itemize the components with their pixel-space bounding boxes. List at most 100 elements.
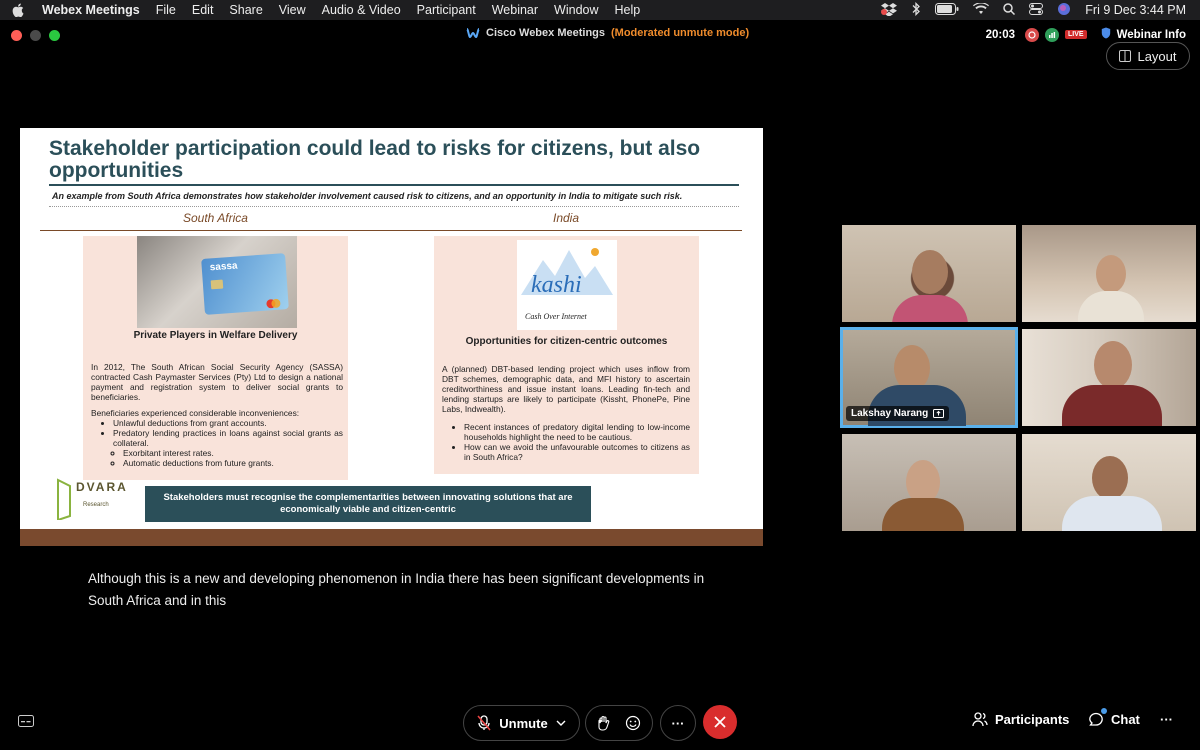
card-chip — [210, 279, 224, 290]
unmute-button[interactable]: Unmute — [463, 705, 580, 741]
slide-footer-bar — [20, 529, 763, 546]
participant-tile-1[interactable] — [842, 225, 1016, 322]
search-icon[interactable] — [1003, 2, 1016, 18]
heading-rule — [40, 230, 742, 231]
siri-icon[interactable] — [1057, 2, 1071, 19]
bluetooth-icon[interactable] — [911, 1, 921, 19]
dropbox-icon[interactable] — [881, 2, 898, 19]
chat-icon-wrap — [1088, 708, 1107, 727]
chat-bubble-icon — [1089, 712, 1103, 726]
zoom-window-button[interactable] — [49, 30, 60, 41]
kashi-logo: kashi Cash Over Internet — [517, 240, 617, 330]
india-panel-body: A (planned) DBT-based lending project wh… — [442, 364, 690, 462]
menubar-clock[interactable]: Fri 9 Dec 3:44 PM — [1085, 3, 1186, 17]
participant-face — [912, 250, 948, 294]
menu-app-name[interactable]: Webex Meetings — [42, 3, 140, 17]
leave-meeting-button[interactable] — [703, 705, 737, 739]
participant-body — [1078, 291, 1144, 322]
participants-icon — [972, 712, 988, 727]
participant-face — [1094, 341, 1132, 389]
screen-share-icon — [933, 409, 945, 418]
battery-icon[interactable] — [935, 2, 959, 18]
menu-file[interactable]: File — [156, 3, 176, 17]
webinar-info-button[interactable]: Webinar Info — [1117, 29, 1186, 41]
chat-button[interactable]: Chat — [1088, 708, 1140, 727]
window-controls — [11, 30, 60, 41]
sa-paragraph: In 2012, The South African Social Securi… — [91, 362, 343, 402]
minimize-window-button[interactable] — [30, 30, 41, 41]
participant-tile-2[interactable] — [1022, 225, 1196, 322]
emoji-reaction-icon[interactable] — [625, 715, 641, 731]
participant-tile-3-active-speaker[interactable]: Lakshay Narang — [840, 327, 1018, 428]
slide-subtitle: An example from South Africa demonstrate… — [52, 191, 683, 201]
sa-panel-title: Private Players in Welfare Delivery — [133, 330, 298, 341]
sa-panel-body: In 2012, The South African Social Securi… — [91, 362, 343, 468]
participant-tile-4[interactable] — [1022, 329, 1196, 426]
control-center-icon[interactable] — [1029, 2, 1044, 18]
layout-label: Layout — [1137, 48, 1177, 64]
india-bullet-list: Recent instances of predatory digital le… — [442, 422, 690, 462]
record-icon[interactable] — [1025, 27, 1039, 42]
stats-icon[interactable] — [1045, 27, 1059, 42]
list-item: Predatory lending practices in loans aga… — [113, 428, 343, 448]
chevron-down-icon[interactable] — [556, 720, 566, 726]
participant-face — [1096, 255, 1126, 293]
chat-label: Chat — [1111, 712, 1140, 727]
participant-tile-5[interactable] — [842, 434, 1016, 531]
list-item: Automatic deductions from future grants. — [123, 458, 343, 468]
list-item: Exorbitant interest rates. — [123, 448, 343, 458]
live-caption: Although this is a new and developing ph… — [88, 571, 705, 608]
india-panel: kashi Cash Over Internet Opportunities f… — [434, 236, 699, 474]
participant-body — [892, 295, 968, 322]
wifi-icon[interactable] — [973, 1, 990, 18]
list-item: Unlawful deductions from grant accounts. — [113, 418, 343, 428]
title-rule — [49, 184, 739, 186]
dvara-logo-text: DVARA — [76, 480, 128, 494]
menu-edit[interactable]: Edit — [192, 3, 214, 17]
menu-window[interactable]: Window — [554, 3, 598, 17]
dvara-logo-sub: Research — [83, 502, 109, 508]
participant-tile-6[interactable] — [1022, 434, 1196, 531]
more-options-button[interactable]: ··· — [660, 705, 696, 741]
slide-title: Stakeholder participation could lead to … — [49, 137, 701, 182]
list-item: Recent instances of predatory digital le… — [464, 422, 690, 442]
window-titlebar: Cisco Webex Meetings (Moderated unmute m… — [0, 20, 1200, 50]
south-africa-heading: South Africa — [183, 211, 248, 225]
participant-body — [882, 498, 964, 531]
kashi-logo-tagline: Cash Over Internet — [525, 312, 587, 321]
participants-button[interactable]: Participants — [972, 712, 1069, 727]
india-panel-title: Opportunities for citizen-centric outcom… — [465, 336, 668, 347]
sassa-card-brand: sassa — [209, 260, 238, 274]
menu-help[interactable]: Help — [615, 3, 641, 17]
close-window-button[interactable] — [11, 30, 22, 41]
closed-captions-icon[interactable] — [18, 715, 34, 727]
list-item: How can we avoid the unfavourable outcom… — [464, 442, 690, 462]
participant-name-tag: Lakshay Narang — [846, 406, 950, 421]
sa-sub-bullet-list: Exorbitant interest rates. Automatic ded… — [91, 448, 343, 468]
overflow-label: ··· — [1160, 712, 1173, 727]
overflow-menu-button[interactable]: ··· — [1160, 712, 1173, 727]
menu-bar: Webex Meetings File Edit Share View Audi… — [0, 0, 1200, 20]
sa-paragraph-2: Beneficiaries experienced considerable i… — [91, 408, 300, 418]
layout-button[interactable]: Layout — [1106, 42, 1190, 70]
menu-audio-video[interactable]: Audio & Video — [322, 3, 401, 17]
microphone-muted-icon — [477, 715, 491, 731]
live-badge: LIVE — [1065, 30, 1087, 39]
sassa-card-photo: sassa — [137, 236, 297, 328]
menu-view[interactable]: View — [279, 3, 306, 17]
menu-participant[interactable]: Participant — [417, 3, 476, 17]
raise-hand-icon[interactable] — [597, 715, 611, 731]
slide-callout: Stakeholders must recognise the compleme… — [145, 486, 591, 522]
participant-body — [1062, 385, 1162, 426]
dotted-divider — [49, 206, 739, 207]
reactions-group — [585, 705, 653, 741]
participant-body — [1062, 496, 1162, 531]
menu-share[interactable]: Share — [229, 3, 262, 17]
shield-icon — [1101, 27, 1111, 42]
webex-logo-icon — [466, 28, 480, 39]
menu-webinar[interactable]: Webinar — [492, 3, 538, 17]
apple-icon[interactable] — [12, 3, 28, 17]
participants-label: Participants — [995, 712, 1070, 727]
layout-grid-icon — [1119, 50, 1132, 62]
shared-slide: Stakeholder participation could lead to … — [20, 128, 763, 546]
